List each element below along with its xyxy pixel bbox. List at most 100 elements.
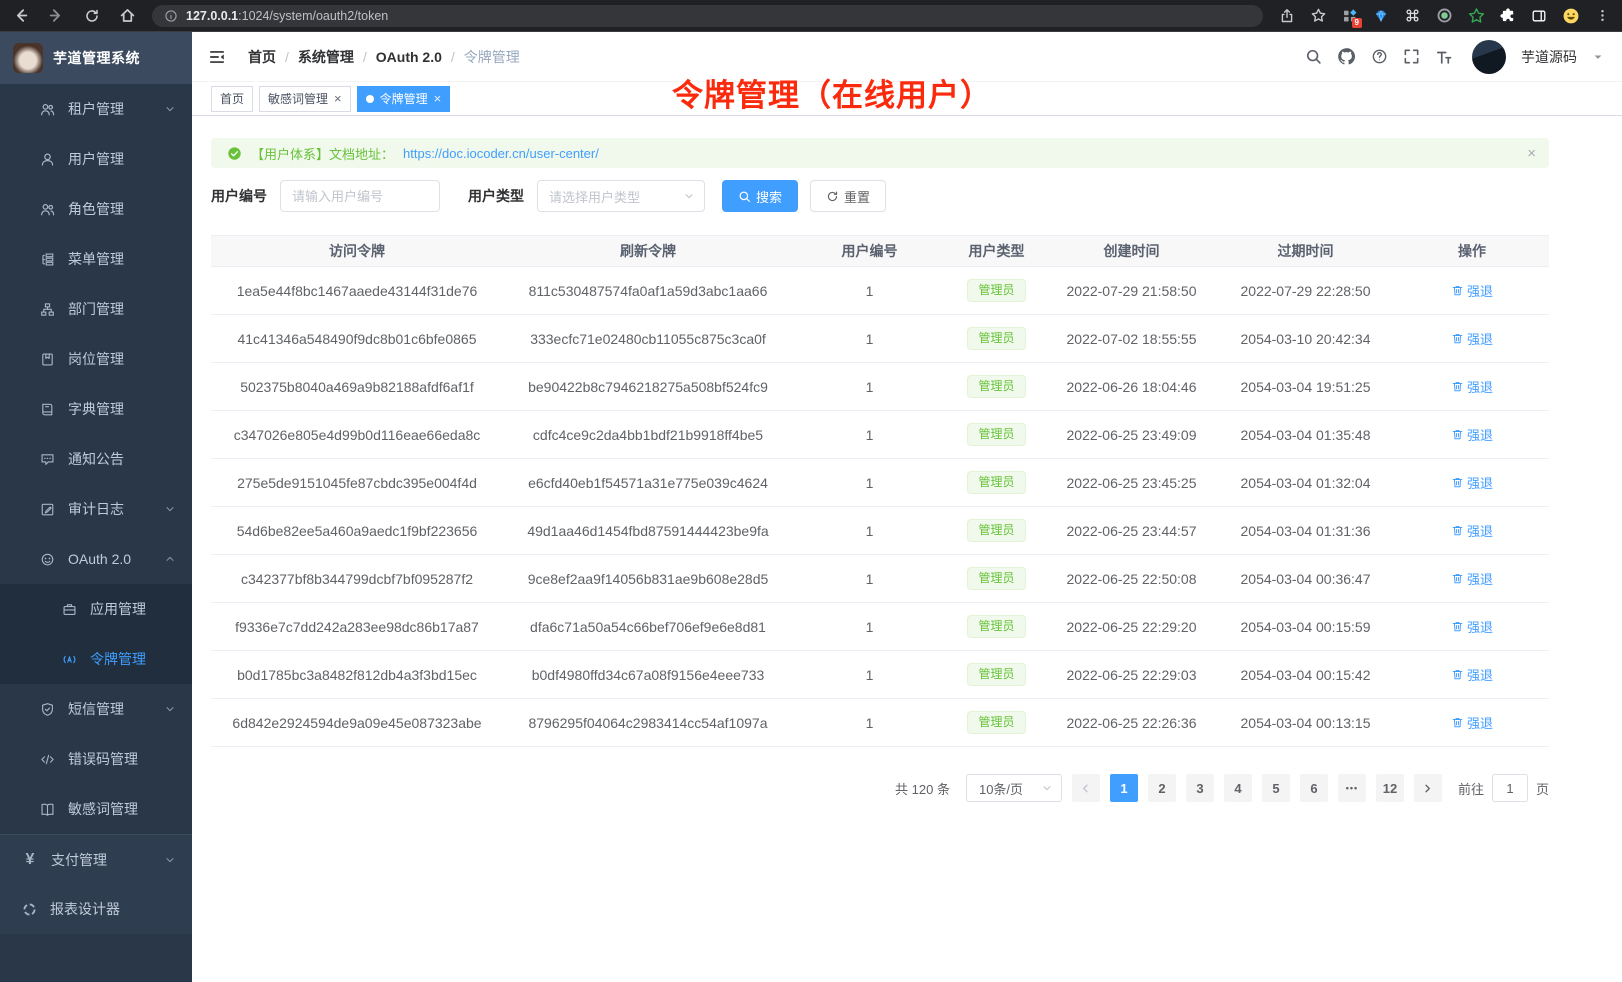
alert-close-icon[interactable]: × bbox=[1527, 145, 1536, 162]
cell-refresh-token: 49d1aa46d1454fbd87591444423be9fa bbox=[503, 507, 793, 555]
force-logout-button[interactable]: 强退 bbox=[1451, 377, 1493, 396]
page-button-4[interactable]: 4 bbox=[1224, 774, 1252, 802]
help-icon[interactable] bbox=[1371, 48, 1388, 65]
sidebar-item-pay[interactable]: ¥ 支付管理 bbox=[0, 834, 192, 884]
browser-home-icon[interactable] bbox=[119, 7, 136, 24]
user-type-badge: 管理员 bbox=[967, 711, 1025, 733]
search-button[interactable]: 搜索 bbox=[722, 180, 798, 212]
extension-green-star-icon[interactable] bbox=[1468, 7, 1485, 24]
cell-created: 2022-06-25 22:26:36 bbox=[1047, 699, 1216, 747]
header-user-type: 用户类型 bbox=[946, 236, 1047, 267]
more-pages-button[interactable]: ••• bbox=[1338, 774, 1366, 802]
profile-avatar-icon[interactable] bbox=[1562, 7, 1580, 25]
page-button-2[interactable]: 2 bbox=[1148, 774, 1176, 802]
cell-user-type: 管理员 bbox=[946, 651, 1047, 699]
page-button-3[interactable]: 3 bbox=[1186, 774, 1214, 802]
force-logout-button[interactable]: 强退 bbox=[1451, 521, 1493, 540]
sidebar-item-user[interactable]: 用户管理 bbox=[0, 134, 192, 184]
user-type-badge: 管理员 bbox=[967, 327, 1025, 349]
page-button-6[interactable]: 6 bbox=[1300, 774, 1328, 802]
browser-forward-icon[interactable] bbox=[48, 7, 65, 24]
tab-home[interactable]: 首页 bbox=[211, 86, 253, 112]
user-id-input[interactable] bbox=[280, 180, 440, 212]
sidebar-item-label: 菜单管理 bbox=[68, 249, 124, 269]
extension-blocks-icon[interactable]: 9 bbox=[1342, 8, 1358, 24]
bookmark-star-icon[interactable] bbox=[1310, 7, 1327, 24]
page-button-1[interactable]: 1 bbox=[1110, 774, 1138, 802]
browser-menu-icon[interactable] bbox=[1595, 8, 1610, 23]
goto-page-input[interactable] bbox=[1492, 774, 1528, 802]
extension-record-icon[interactable] bbox=[1436, 7, 1453, 24]
page-size-select[interactable]: 10条/页 bbox=[966, 774, 1062, 802]
sidebar-item-dept[interactable]: 部门管理 bbox=[0, 284, 192, 334]
header-expires: 过期时间 bbox=[1216, 236, 1395, 267]
font-size-icon[interactable] bbox=[1435, 48, 1453, 66]
page-button-5[interactable]: 5 bbox=[1262, 774, 1290, 802]
cell-user-id: 1 bbox=[793, 363, 946, 411]
breadcrumb-oauth2[interactable]: OAuth 2.0 bbox=[376, 49, 442, 65]
table-header-row: 访问令牌 刷新令牌 用户编号 用户类型 创建时间 过期时间 操作 bbox=[211, 236, 1549, 267]
app-logo-bar[interactable]: 芋道管理系统 bbox=[0, 32, 192, 84]
close-icon[interactable]: × bbox=[434, 92, 442, 105]
sidebar-item-report-designer[interactable]: 报表设计器 bbox=[0, 884, 192, 934]
sidebar-item-oauth2-app[interactable]: 应用管理 bbox=[0, 584, 192, 634]
browser-back-icon[interactable] bbox=[12, 7, 29, 24]
extensions-puzzle-icon[interactable] bbox=[1500, 8, 1516, 24]
page-button-12[interactable]: 12 bbox=[1376, 774, 1404, 802]
force-logout-button[interactable]: 强退 bbox=[1451, 329, 1493, 348]
tab-token[interactable]: 令牌管理 × bbox=[357, 86, 451, 112]
sidebar-item-label: 报表设计器 bbox=[50, 899, 120, 919]
sidebar-item-notice[interactable]: 通知公告 bbox=[0, 434, 192, 484]
share-icon[interactable] bbox=[1279, 8, 1295, 24]
caret-down-icon[interactable] bbox=[1592, 51, 1604, 63]
tree-table-icon bbox=[40, 252, 55, 267]
search-icon bbox=[738, 190, 751, 203]
side-panel-icon[interactable] bbox=[1531, 8, 1547, 24]
prev-page-button[interactable] bbox=[1072, 774, 1100, 802]
breadcrumb-home[interactable]: 首页 bbox=[248, 47, 276, 67]
sidebar-item-dict[interactable]: 字典管理 bbox=[0, 384, 192, 434]
sidebar-item-error-code[interactable]: 错误码管理 bbox=[0, 734, 192, 784]
sidebar-item-role[interactable]: 角色管理 bbox=[0, 184, 192, 234]
shield-check-icon bbox=[40, 702, 55, 717]
doc-link[interactable]: https://doc.iocoder.cn/user-center/ bbox=[403, 146, 599, 161]
github-icon[interactable] bbox=[1337, 47, 1356, 66]
site-info-icon[interactable] bbox=[164, 9, 178, 23]
force-logout-button[interactable]: 强退 bbox=[1451, 473, 1493, 492]
close-icon[interactable]: × bbox=[334, 92, 342, 105]
cell-created: 2022-06-25 22:50:08 bbox=[1047, 555, 1216, 603]
sidebar-item-audit-log[interactable]: 审计日志 bbox=[0, 484, 192, 534]
user-type-select[interactable]: 请选择用户类型 bbox=[537, 180, 705, 212]
cell-action: 强退 bbox=[1395, 507, 1549, 555]
extension-command-icon[interactable] bbox=[1404, 7, 1421, 24]
sidebar-item-sensitive-word[interactable]: 敏感词管理 bbox=[0, 784, 192, 834]
sidebar-item-tenant[interactable]: 租户管理 bbox=[0, 84, 192, 134]
sidebar-item-oauth2-token[interactable]: 令牌管理 bbox=[0, 634, 192, 684]
url-bar[interactable]: 127.0.0.1:1024/system/oauth2/token bbox=[152, 5, 1263, 27]
sidebar-item-sms[interactable]: 短信管理 bbox=[0, 684, 192, 734]
sidebar-fold-icon[interactable] bbox=[208, 48, 226, 66]
browser-reload-icon[interactable] bbox=[84, 8, 100, 24]
cell-created: 2022-06-25 23:49:09 bbox=[1047, 411, 1216, 459]
force-logout-button[interactable]: 强退 bbox=[1451, 617, 1493, 636]
fullscreen-icon[interactable] bbox=[1403, 48, 1420, 65]
force-logout-button[interactable]: 强退 bbox=[1451, 425, 1493, 444]
search-icon[interactable] bbox=[1305, 48, 1322, 65]
sidebar-item-menu[interactable]: 菜单管理 bbox=[0, 234, 192, 284]
sidebar-item-post[interactable]: 岗位管理 bbox=[0, 334, 192, 384]
user-avatar[interactable] bbox=[1472, 40, 1506, 74]
trash-icon bbox=[1451, 284, 1464, 297]
force-logout-button[interactable]: 强退 bbox=[1451, 665, 1493, 684]
chevron-down-icon bbox=[683, 190, 695, 202]
force-logout-button[interactable]: 强退 bbox=[1451, 569, 1493, 588]
tab-sensitive-word[interactable]: 敏感词管理 × bbox=[259, 86, 351, 112]
username[interactable]: 芋道源码 bbox=[1521, 47, 1577, 67]
cell-action: 强退 bbox=[1395, 699, 1549, 747]
next-page-button[interactable] bbox=[1414, 774, 1442, 802]
force-logout-button[interactable]: 强退 bbox=[1451, 713, 1493, 732]
extension-gem-icon[interactable] bbox=[1373, 8, 1389, 24]
sidebar-item-oauth2[interactable]: OAuth 2.0 bbox=[0, 534, 192, 584]
breadcrumb-system[interactable]: 系统管理 bbox=[298, 47, 354, 67]
reset-button[interactable]: 重置 bbox=[810, 180, 886, 212]
force-logout-button[interactable]: 强退 bbox=[1451, 281, 1493, 300]
